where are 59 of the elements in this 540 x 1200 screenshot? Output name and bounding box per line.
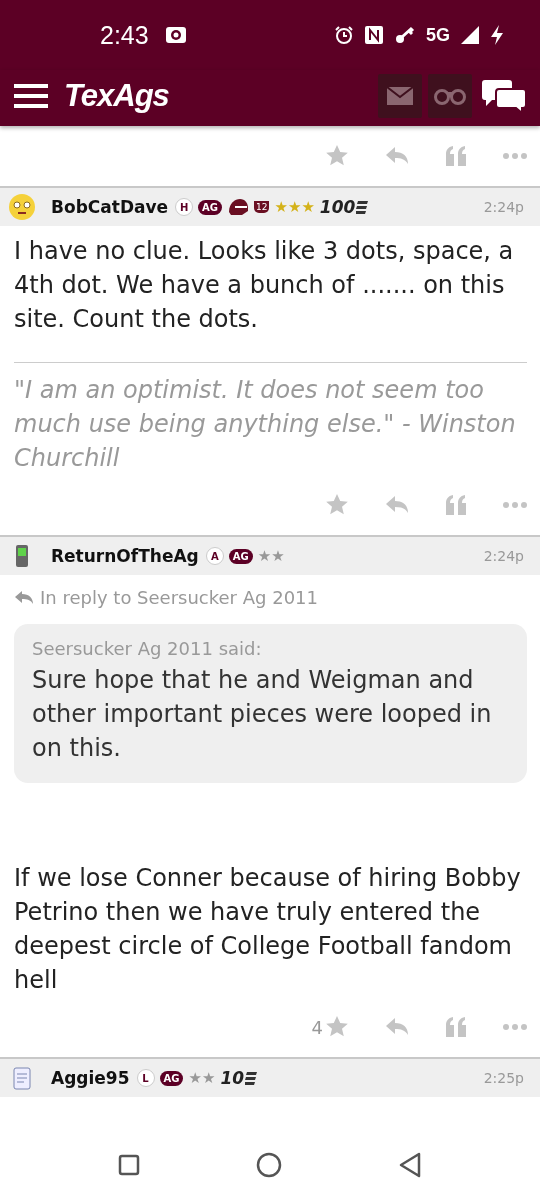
- more-icon[interactable]: [503, 152, 527, 160]
- helmet-icon: [227, 198, 250, 216]
- emoji-face-icon: [8, 193, 36, 221]
- ag-badge: AG: [198, 199, 223, 215]
- bars-icon: [245, 1071, 258, 1085]
- rank-stars: ★★: [257, 547, 285, 565]
- star-icon[interactable]: [325, 1015, 349, 1039]
- logo[interactable]: TexAgs: [64, 78, 169, 114]
- network-label: 5G: [426, 24, 450, 46]
- username[interactable]: BobCatDave: [51, 197, 169, 217]
- username[interactable]: ReturnOfTheAg: [51, 546, 199, 566]
- status-badge: A: [205, 547, 224, 565]
- binoculars-button[interactable]: [428, 74, 472, 118]
- screen-record-icon: [164, 26, 187, 44]
- post-count: 10: [220, 1068, 245, 1088]
- more-icon[interactable]: [503, 501, 527, 509]
- reply-icon[interactable]: [385, 146, 409, 166]
- rank-stars: ★★: [188, 1069, 216, 1087]
- reply-icon[interactable]: [385, 1017, 409, 1037]
- like-count: 4: [311, 1016, 323, 1038]
- quote-icon[interactable]: [445, 495, 467, 515]
- charging-icon: [490, 24, 504, 46]
- username[interactable]: Aggie95: [51, 1068, 130, 1088]
- home-button[interactable]: [256, 1152, 282, 1178]
- post-text: I have no clue. Looks like 3 dots, space, a 4th dot. We have a bunch of ....... on this site. Count the dots.: [14, 236, 515, 335]
- rank-stars: ★★★: [274, 198, 315, 216]
- quote-author: Seersucker Ag 2011 said:: [32, 638, 263, 659]
- star-icon[interactable]: [325, 493, 349, 517]
- reply-arrow-icon: [14, 589, 34, 606]
- back-button[interactable]: [398, 1152, 422, 1178]
- bars-icon: [356, 200, 369, 214]
- quote-text: Sure hope that he and Weigman and other important pieces were looped in on this.: [32, 665, 493, 764]
- post-time: 2:24p: [483, 199, 524, 215]
- key-icon: [394, 25, 416, 45]
- quote-icon[interactable]: [445, 1017, 467, 1037]
- messages-button[interactable]: [378, 74, 422, 118]
- envelope-icon: [387, 87, 413, 105]
- signature-text: "I am an optimist. It does not seem too much use being anything else." - Winston Churchill: [14, 375, 517, 474]
- chat-icon[interactable]: [482, 79, 526, 113]
- shield-badge: 12: [254, 201, 270, 213]
- status-badge: L: [136, 1069, 155, 1087]
- nfc-icon: [364, 25, 384, 45]
- reply-icon[interactable]: [385, 495, 409, 515]
- signal-icon: [460, 25, 480, 45]
- ag-badge: AG: [159, 1070, 184, 1086]
- more-icon[interactable]: [503, 1023, 527, 1031]
- post-text: If we lose Conner because of hiring Bobby Petrino then we have truly entered the deepest circle of College Football fandom hell: [14, 863, 522, 996]
- binoculars-icon: [434, 86, 466, 106]
- alarm-icon: [334, 25, 354, 45]
- quote-icon[interactable]: [445, 146, 467, 166]
- clock: 2:43: [100, 20, 149, 50]
- recents-button[interactable]: [118, 1154, 140, 1176]
- status-badge: H: [175, 198, 194, 216]
- star-icon[interactable]: [325, 144, 349, 168]
- ag-badge: AG: [228, 548, 253, 564]
- post-time: 2:24p: [483, 548, 524, 564]
- menu-icon[interactable]: [14, 84, 48, 108]
- post-time: 2:25p: [483, 1070, 524, 1086]
- post-count: 100: [319, 197, 356, 217]
